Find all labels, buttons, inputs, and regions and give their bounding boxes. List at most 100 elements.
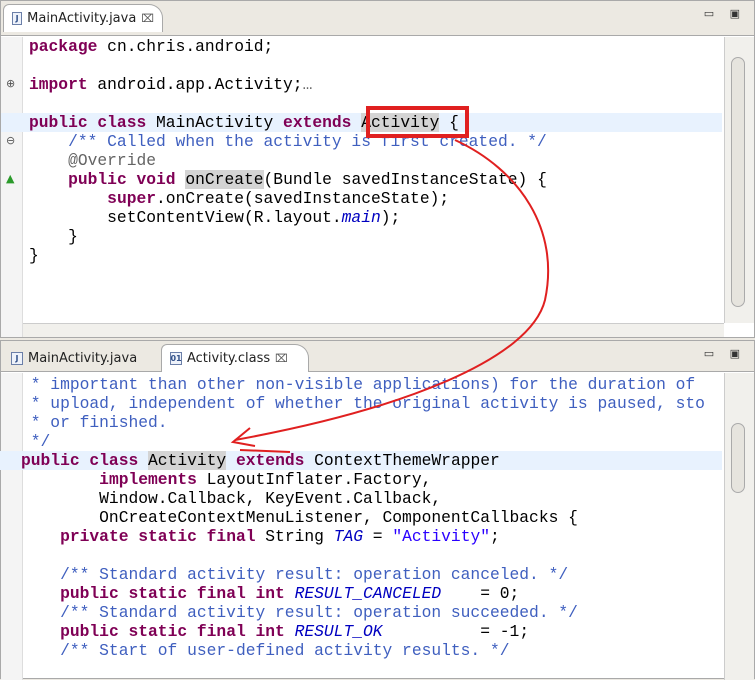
code-line: } <box>1 227 722 246</box>
code-editor-top[interactable]: package cn.chris.android; import android.… <box>1 37 722 265</box>
window-controls[interactable]: ▭ ▣ <box>704 7 746 20</box>
java-file-icon: J <box>11 351 23 365</box>
code-line: } <box>1 246 722 265</box>
code-token: /** Called when the activity is first cr… <box>29 132 547 151</box>
tab-activity-class[interactable]: 01 Activity.class ⌧ <box>161 344 309 372</box>
code-token: onCreate <box>185 170 264 189</box>
code-token: public static final int <box>60 584 285 603</box>
code-token: } <box>29 227 78 246</box>
code-line: /** Start of user-defined activity resul… <box>0 641 722 660</box>
code-token: public class <box>21 451 139 470</box>
top-tab-bar: J MainActivity.java ⌧ ▭ ▣ <box>1 1 754 36</box>
code-token: = 0; <box>441 584 520 603</box>
code-editor-bottom[interactable]: * important than other non-visible appli… <box>0 375 722 660</box>
code-token: = <box>363 527 393 546</box>
code-line: public class MainActivity extends Activi… <box>1 113 722 132</box>
code-line: @Override <box>1 151 722 170</box>
code-token: extends <box>235 451 305 470</box>
code-token: … <box>302 75 313 94</box>
tab-label: Activity.class <box>187 351 271 366</box>
top-editor-pane: J MainActivity.java ⌧ ▭ ▣ ⊕ ⊖ ▲ package … <box>0 0 755 338</box>
code-token: * or finished. <box>21 413 168 432</box>
code-token: super <box>107 189 157 208</box>
code-token: RESULT_OK <box>294 622 383 641</box>
tab-mainactivity-java[interactable]: J MainActivity.java ⌧ <box>3 4 163 32</box>
code-token: .onCreate(savedInstanceState); <box>156 189 450 208</box>
close-icon[interactable]: ⌧ <box>141 12 154 25</box>
code-token: public static final int <box>60 622 285 641</box>
java-file-icon: J <box>12 12 23 25</box>
code-token: "Activity" <box>392 527 491 546</box>
tab-mainactivity-java[interactable]: J MainActivity.java <box>3 344 153 372</box>
code-token: Window.Callback, KeyEvent.Callback, <box>21 489 442 508</box>
vertical-scrollbar-bottom[interactable] <box>724 373 754 680</box>
code-token: ; <box>490 527 500 546</box>
vertical-scrollbar-top[interactable] <box>724 37 754 323</box>
code-token: setContentView(R.layout. <box>29 208 342 227</box>
code-line: import android.app.Activity;… <box>1 75 722 94</box>
code-line: super.onCreate(savedInstanceState); <box>1 189 722 208</box>
code-token: = -1; <box>382 622 530 641</box>
code-line: public void onCreate(Bundle savedInstanc… <box>1 170 722 189</box>
code-token: public void <box>68 170 176 189</box>
tab-label: MainActivity.java <box>27 11 137 26</box>
code-line: public class Activity extends ContextThe… <box>0 451 722 470</box>
code-token: import <box>29 75 88 94</box>
code-line: OnCreateContextMenuListener, ComponentCa… <box>0 508 722 527</box>
code-token: OnCreateContextMenuListener, ComponentCa… <box>21 508 578 527</box>
class-file-icon: 01 <box>170 352 182 365</box>
code-token: cn.chris.android; <box>97 37 274 56</box>
code-token: { <box>439 113 459 132</box>
code-token: /** Standard activity result: operation … <box>21 565 569 584</box>
code-line: implements LayoutInflater.Factory, <box>0 470 722 489</box>
code-token: TAG <box>333 527 363 546</box>
code-line: package cn.chris.android; <box>1 37 722 56</box>
code-line: /** Standard activity result: operation … <box>0 603 722 622</box>
window-controls[interactable]: ▭ ▣ <box>704 347 746 360</box>
code-token: * upload, independent of whether the ori… <box>21 394 705 413</box>
code-token: implements <box>99 470 197 489</box>
code-line: /** Called when the activity is first cr… <box>1 132 722 151</box>
tab-label: MainActivity.java <box>28 350 138 366</box>
code-token: ContextThemeWrapper <box>304 451 500 470</box>
code-line: * upload, independent of whether the ori… <box>0 394 722 413</box>
code-token: LayoutInflater.Factory, <box>196 470 432 489</box>
code-token: /** Standard activity result: operation … <box>21 603 578 622</box>
code-token: private static final <box>60 527 256 546</box>
code-line: private static final String TAG = "Activ… <box>0 527 722 546</box>
code-token: RESULT_CANCELED <box>294 584 442 603</box>
bottom-editor-pane: J MainActivity.java 01 Activity.class ⌧ … <box>0 340 755 680</box>
bottom-tab-bar: J MainActivity.java 01 Activity.class ⌧ … <box>1 341 754 372</box>
code-line: /** Standard activity result: operation … <box>0 565 722 584</box>
code-token: Activity <box>148 451 227 470</box>
code-token: MainActivity <box>146 113 284 132</box>
code-line: Window.Callback, KeyEvent.Callback, <box>0 489 722 508</box>
code-line: public static final int RESULT_OK = -1; <box>0 622 722 641</box>
code-line: */ <box>0 432 722 451</box>
code-token: extends <box>283 113 352 132</box>
code-token: * important than other non-visible appli… <box>21 375 696 394</box>
close-icon[interactable]: ⌧ <box>275 352 288 365</box>
code-token: */ <box>21 432 51 451</box>
code-token: public class <box>29 113 147 132</box>
horizontal-scrollbar-top[interactable] <box>23 323 724 337</box>
code-token: package <box>29 37 98 56</box>
code-token: ); <box>380 208 401 227</box>
code-token: android.app.Activity; <box>87 75 303 94</box>
code-line: setContentView(R.layout.main); <box>1 208 722 227</box>
